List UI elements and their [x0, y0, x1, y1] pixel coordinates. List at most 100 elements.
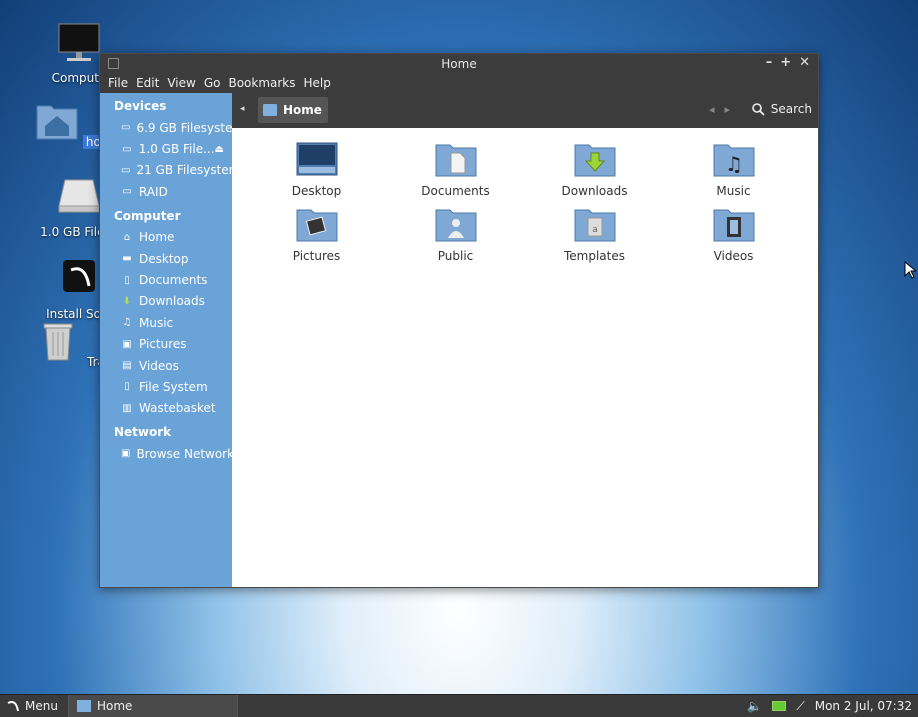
menu-go[interactable]: Go: [200, 76, 225, 90]
network-icon: ▣: [121, 448, 131, 460]
collapse-arrow-icon[interactable]: ◂: [240, 104, 245, 114]
documents-folder-icon: [435, 144, 476, 177]
volume-icon[interactable]: 🔈: [747, 699, 762, 713]
file-item[interactable]: Desktop: [247, 141, 386, 198]
public-folder-icon: [435, 209, 476, 242]
menu-bookmarks[interactable]: Bookmarks: [224, 76, 299, 90]
start-menu-button[interactable]: Menu: [0, 695, 69, 717]
file-label: Downloads: [561, 184, 628, 198]
sidebar-item-label: Documents: [139, 273, 208, 288]
window-title: Home: [441, 57, 477, 71]
file-item[interactable]: Pictures: [247, 206, 386, 263]
file-label: Templates: [563, 249, 625, 263]
clock[interactable]: Mon 2 Jul, 07:32: [815, 699, 912, 713]
menu-file[interactable]: File: [104, 76, 132, 90]
sidebar-item-label: Home: [139, 230, 175, 245]
search-button[interactable]: Search: [751, 102, 812, 116]
maximize-button[interactable]: +: [780, 55, 791, 70]
installer-icon: [63, 260, 95, 292]
file-item[interactable]: ♫ Music: [664, 141, 803, 198]
home-icon: ⌂: [123, 231, 131, 243]
sidebar-item-desktop[interactable]: ▬ Desktop: [100, 248, 232, 269]
sidebar-heading-computer: Computer: [114, 208, 181, 223]
sidebar-item-label: Downloads: [139, 294, 205, 309]
task-label: Home: [96, 699, 133, 713]
sidebar-item-music[interactable]: ♫ Music: [100, 312, 232, 333]
sidebar-item-label: 21 GB Filesystem: [136, 163, 232, 178]
templates-folder-icon: a: [574, 209, 615, 242]
file-item[interactable]: Downloads: [525, 141, 664, 198]
breadcrumb-home[interactable]: Home: [258, 97, 328, 123]
trash-icon: ▥: [122, 402, 132, 414]
menu-label: Menu: [25, 699, 58, 713]
back-forward-icons[interactable]: ◂▸: [709, 103, 740, 116]
taskbar-window-home[interactable]: Home: [68, 695, 238, 717]
file-label: Pictures: [292, 249, 341, 263]
drive-icon: ▭: [121, 164, 131, 176]
close-button[interactable]: ✕: [799, 55, 810, 70]
battery-icon[interactable]: [772, 701, 787, 711]
sidebar-item-label: RAID: [139, 184, 168, 199]
sidebar-heading-devices: Devices: [114, 99, 167, 113]
search-label: Search: [770, 102, 812, 116]
breadcrumb-label: Home: [283, 103, 322, 117]
sidebar-heading-network: Network: [114, 425, 172, 440]
eject-icon[interactable]: ⏏: [215, 144, 224, 155]
sidebar: Devices ▭ 6.9 GB Filesystem ▭ 1.0 GB File.…: [100, 93, 232, 587]
sidebar-item-label: Videos: [139, 358, 179, 373]
sidebar-item-documents[interactable]: ▯ Documents: [100, 269, 232, 290]
computer-icon: [58, 23, 100, 61]
music-icon: ♫: [122, 317, 132, 329]
sidebar-item-downloads[interactable]: ⬇ Downloads: [100, 291, 232, 312]
minimize-button[interactable]: –: [766, 55, 773, 70]
svg-text:a: a: [592, 225, 598, 235]
menu-logo-icon: [7, 701, 19, 712]
pictures-folder-icon: [296, 209, 337, 242]
network-icon[interactable]: ⟋: [796, 699, 804, 714]
content-area: ◂ Home ◂▸ Search Desktop Documents Downl…: [232, 93, 818, 587]
sidebar-item-file-system[interactable]: ▯ File System: [100, 376, 232, 397]
sidebar-item-raid[interactable]: ▭ RAID: [100, 181, 232, 202]
title-bar[interactable]: Home – + ✕: [100, 54, 818, 73]
sidebar-item-label: Desktop: [139, 251, 189, 266]
sidebar-item-label: Pictures: [139, 337, 187, 352]
file-item[interactable]: Documents: [386, 141, 525, 198]
file-item[interactable]: a Templates: [525, 206, 664, 263]
menu-edit[interactable]: Edit: [132, 76, 163, 90]
download-icon: ⬇: [122, 295, 132, 307]
sidebar-item-filesystem-6-9gb[interactable]: ▭ 6.9 GB Filesystem: [100, 117, 232, 138]
trash-icon: [43, 323, 73, 361]
sidebar-item-label: Music: [139, 315, 174, 330]
file-label: Documents: [421, 184, 490, 198]
menu-view[interactable]: View: [163, 76, 199, 90]
film-icon: ▤: [122, 360, 132, 372]
videos-folder-icon: [713, 209, 754, 242]
sidebar-item-label: File System: [139, 379, 208, 394]
home-folder-icon: [263, 104, 277, 116]
sidebar-item-browse-network[interactable]: ▣ Browse Network: [100, 443, 232, 464]
sidebar-item-filesystem-1gb[interactable]: ▭ 1.0 GB File... ⏏: [100, 138, 232, 159]
file-item[interactable]: Public: [386, 206, 525, 263]
file-label: Public: [437, 249, 474, 263]
file-icon: ▯: [124, 381, 130, 393]
sidebar-item-label: Browse Network: [136, 446, 232, 461]
sidebar-item-pictures[interactable]: ▣ Pictures: [100, 334, 232, 355]
document-icon: ▯: [124, 274, 130, 286]
sidebar-item-home[interactable]: ⌂ Home: [100, 227, 232, 248]
desktop-folder-icon: [296, 142, 337, 176]
search-icon: [751, 102, 765, 116]
toolbar: ◂ Home ◂▸ Search: [232, 93, 818, 128]
file-label: Videos: [713, 249, 754, 263]
file-item[interactable]: Videos: [664, 206, 803, 263]
sidebar-item-videos[interactable]: ▤ Videos: [100, 355, 232, 376]
menu-bar: File Edit View Go Bookmarks Help: [100, 73, 818, 93]
sidebar-item-filesystem-21gb[interactable]: ▭ 21 GB Filesystem: [100, 160, 232, 181]
drive-icon: ▭: [122, 186, 132, 198]
home-folder-icon: [76, 700, 91, 712]
sidebar-item-label: Wastebasket: [139, 401, 216, 416]
sidebar-item-wastebasket[interactable]: ▥ Wastebasket: [100, 398, 232, 419]
menu-help[interactable]: Help: [300, 76, 335, 90]
taskbar: Menu Home 🔈 ⟋ Mon 2 Jul, 07:32: [0, 694, 918, 717]
music-folder-icon: ♫: [713, 144, 754, 177]
sidebar-item-label: 1.0 GB File...: [138, 142, 215, 157]
